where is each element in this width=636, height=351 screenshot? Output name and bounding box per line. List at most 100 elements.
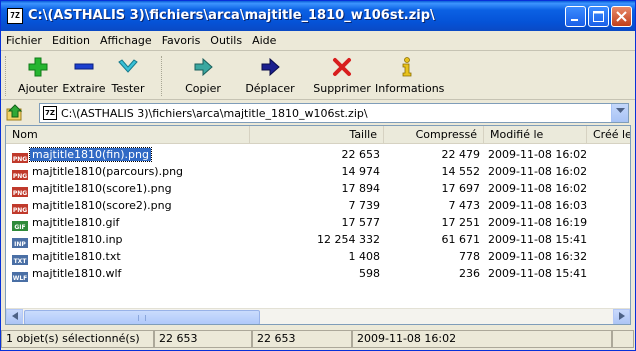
- info-button[interactable]: Informations: [375, 56, 444, 98]
- up-folder-icon: [6, 104, 23, 121]
- copy-button[interactable]: Copier: [179, 56, 227, 98]
- up-folder-button[interactable]: [5, 103, 27, 123]
- column-header-name[interactable]: Nom: [6, 126, 250, 144]
- file-name: majtitle1810(score1).png: [32, 182, 172, 195]
- file-name: majtitle1810.inp: [32, 233, 123, 246]
- file-name-cell[interactable]: PNG majtitle1810(fin).png: [12, 146, 262, 163]
- address-dropdown-button[interactable]: [611, 104, 628, 122]
- status-bar: 1 objet(s) sélectionné(s) 22 653 22 653 …: [1, 328, 635, 350]
- minimize-icon: [571, 19, 578, 21]
- file-name-cell[interactable]: PNG majtitle1810(score2).png: [12, 197, 262, 214]
- file-size: 17 577: [341, 216, 381, 229]
- column-header-size[interactable]: Taille: [250, 126, 384, 144]
- address-bar: 7Z C:\(ASTHALIS 3)\fichiers\arca\majtitl…: [1, 101, 635, 125]
- menu-outils[interactable]: Outils: [205, 31, 247, 47]
- menu-affichage[interactable]: Affichage: [95, 31, 157, 47]
- info-icon: [402, 57, 412, 77]
- file-name-cell[interactable]: PNG majtitle1810(score1).png: [12, 180, 262, 197]
- file-packed-size: 7 473: [448, 199, 481, 212]
- file-name: majtitle1810(score2).png: [32, 199, 172, 212]
- file-type-icon: PNG: [12, 153, 28, 163]
- file-modified: 2009-11-08 16:02: [488, 165, 588, 178]
- file-type-icon: PNG: [12, 187, 28, 197]
- file-type-icon: TXT: [12, 255, 28, 265]
- toolbar-grip[interactable]: [5, 56, 8, 96]
- test-button[interactable]: Tester: [107, 56, 149, 98]
- arrow-left-icon: [11, 312, 18, 320]
- window-title: C:\(ASTHALIS 3)\fichiers\arca\majtitle_1…: [28, 8, 435, 23]
- file-size: 12 254 332: [317, 233, 380, 246]
- file-type-icon: GIF: [12, 221, 28, 231]
- file-name-cell[interactable]: TXT majtitle1810.txt: [12, 248, 262, 265]
- arrow-right-icon: [618, 312, 625, 320]
- move-button[interactable]: Déplacer: [243, 56, 297, 98]
- file-name: majtitle1810.gif: [32, 216, 120, 229]
- file-modified: 2009-11-08 16:02: [488, 182, 588, 195]
- table-row[interactable]: TXT majtitle1810.txt 1 408 778 2009-11-08 16…: [6, 248, 630, 265]
- table-row[interactable]: PNG majtitle1810(score1).png 17 894 17 697 2…: [6, 180, 630, 197]
- file-name-cell[interactable]: GIF majtitle1810.gif: [12, 214, 262, 231]
- file-name: majtitle1810(parcours).png: [32, 165, 184, 178]
- maximize-button[interactable]: [588, 6, 609, 27]
- status-packed: 22 653: [252, 330, 352, 348]
- test-button-label: Tester: [111, 82, 145, 95]
- file-name-cell[interactable]: WLF majtitle1810.wlf: [12, 265, 262, 282]
- file-size: 17 894: [341, 182, 381, 195]
- add-button-label: Ajouter: [18, 82, 58, 95]
- file-name-cell[interactable]: INP majtitle1810.inp: [12, 231, 262, 248]
- address-combobox[interactable]: 7Z C:\(ASTHALIS 3)\fichiers\arca\majtitl…: [39, 103, 629, 123]
- file-type-icon: PNG: [12, 170, 28, 180]
- close-button[interactable]: [611, 6, 632, 27]
- file-modified: 2009-11-08 16:19: [488, 216, 588, 229]
- column-header-packed[interactable]: Compressé: [384, 126, 484, 144]
- list-header: Nom Taille Compressé Modifié le Créé le: [6, 126, 630, 144]
- move-button-label: Déplacer: [245, 82, 295, 95]
- table-row[interactable]: PNG majtitle1810(fin).png 22 653 22 479 2009…: [6, 146, 630, 163]
- scroll-right-button[interactable]: [613, 309, 630, 324]
- minimize-button[interactable]: [565, 6, 586, 27]
- add-button[interactable]: Ajouter: [13, 56, 63, 98]
- status-size: 22 653: [154, 330, 252, 348]
- file-size: 7 739: [348, 199, 381, 212]
- 7zip-app-icon[interactable]: 7Z: [7, 8, 23, 24]
- file-size: 1 408: [348, 250, 381, 263]
- delete-button-label: Supprimer: [313, 82, 371, 95]
- delete-button[interactable]: Supprimer: [311, 56, 373, 98]
- status-modified: 2009-11-08 16:02: [352, 330, 612, 348]
- menu-aide[interactable]: Aide: [247, 31, 281, 47]
- file-packed-size: 17 697: [441, 182, 481, 195]
- extract-button[interactable]: Extraire: [61, 56, 107, 98]
- file-name: majtitle1810(fin).png: [29, 147, 152, 162]
- menu-edition[interactable]: Edition: [47, 31, 95, 47]
- table-row[interactable]: WLF majtitle1810.wlf 598 236 2009-11-08 15:4…: [6, 265, 630, 282]
- delete-x-icon: [333, 58, 351, 76]
- status-grip[interactable]: [612, 330, 634, 348]
- file-list[interactable]: Nom Taille Compressé Modifié le Créé le …: [5, 125, 631, 325]
- column-header-modified[interactable]: Modifié le: [484, 126, 587, 144]
- table-row[interactable]: INP majtitle1810.inp 12 254 332 61 671 2009-…: [6, 231, 630, 248]
- file-packed-size: 778: [459, 250, 480, 263]
- check-chevron-icon: [118, 59, 138, 73]
- title-bar[interactable]: 7Z C:\(ASTHALIS 3)\fichiers\arca\majtitl…: [1, 1, 635, 31]
- extract-button-label: Extraire: [62, 82, 106, 95]
- file-type-icon: INP: [12, 238, 28, 248]
- app-window: 7Z C:\(ASTHALIS 3)\fichiers\arca\majtitl…: [0, 0, 636, 351]
- menu-favoris[interactable]: Favoris: [157, 31, 206, 47]
- file-modified: 2009-11-08 15:41: [488, 233, 588, 246]
- scroll-left-button[interactable]: [6, 309, 23, 324]
- table-row[interactable]: GIF majtitle1810.gif 17 577 17 251 2009-11-0…: [6, 214, 630, 231]
- scroll-thumb[interactable]: [24, 310, 260, 324]
- horizontal-scrollbar[interactable]: [6, 308, 630, 324]
- file-type-icon: PNG: [12, 204, 28, 214]
- maximize-icon: [593, 11, 604, 22]
- address-path: C:\(ASTHALIS 3)\fichiers\arca\majtitle_1…: [61, 107, 368, 120]
- column-header-created[interactable]: Créé le: [587, 126, 630, 144]
- table-row[interactable]: PNG majtitle1810(parcours).png 14 974 14 55…: [6, 163, 630, 180]
- menu-fichier[interactable]: Fichier: [1, 31, 47, 47]
- file-packed-size: 17 251: [441, 216, 481, 229]
- file-modified: 2009-11-08 16:03: [488, 199, 588, 212]
- file-name-cell[interactable]: PNG majtitle1810(parcours).png: [12, 163, 262, 180]
- table-row[interactable]: PNG majtitle1810(score2).png 7 739 7 473 200…: [6, 197, 630, 214]
- copy-arrow-icon: [194, 57, 213, 77]
- file-size: 598: [359, 267, 380, 280]
